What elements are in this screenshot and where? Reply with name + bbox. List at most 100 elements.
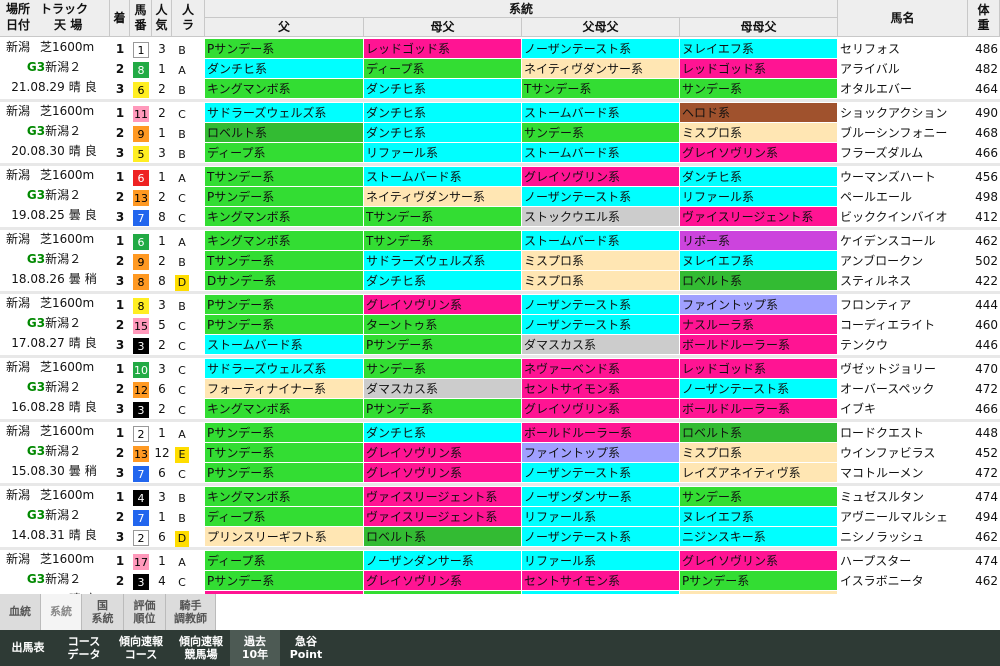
weight-cell: 462 [975,574,998,588]
mother-father-cell: ダンチヒ系 [364,123,521,142]
bottom-tab-4[interactable]: 傾向速報 競馬場 [172,630,230,666]
ra-badge: B [178,300,186,313]
umaban-badge: 12 [133,382,149,398]
rank-cell: 2 [115,446,125,460]
mother-father-cell: ダンチヒ系 [364,79,521,98]
race-track: 芝1600m [40,232,95,246]
race-track: 芝1600m [40,488,95,502]
tab-3[interactable]: 国系統 [82,594,124,630]
ra-badge: C [178,404,186,417]
ra-cell: A [172,59,192,79]
mother-mother-father-cell: リボー系 [680,231,837,250]
race-track: 芝1600m [40,40,95,54]
weight-cell: 464 [975,82,998,96]
weight-cell: 446 [975,338,998,352]
bottom-tab-2[interactable]: コース データ [56,630,112,666]
tab-label-line2: 系統 [91,612,114,625]
horse-name-cell: セリフォス [840,42,901,56]
ra-badge: C [178,468,186,481]
race-place: 新潟 [6,104,31,118]
race-date-weather: 16.08.28 晴良 [0,401,108,414]
mother-father-cell: サンデー系 [364,359,521,378]
father-cell: ディープ系 [205,507,363,526]
race-place-track: 新潟 芝1600m [0,425,108,438]
bottom-tab-line2: Point [289,648,323,661]
mother-father-cell: ストームバード系 [364,167,521,186]
race-date-weather: 20.08.30 晴良 [0,145,108,158]
race-place-track: 新潟 芝1600m [0,233,108,246]
ra-cell: C [172,187,192,207]
race-grade-name: G3新潟２ [0,61,108,74]
ninki-cell: 1 [158,62,166,76]
umaban-cell: 1 [130,39,152,59]
race-date: 21.08.29 [11,80,65,94]
group-separator [0,483,1000,486]
bottom-tab-5[interactable]: 過去 10年 [230,630,280,666]
race-date-weather: 17.08.27 晴良 [0,337,108,350]
rank-cell: 1 [115,42,125,56]
mother-mother-father-cell: ヴァイスリージェント系 [680,207,837,226]
horse-name-cell: ロードクエスト [840,426,925,440]
rank-cell: 2 [115,254,125,268]
ra-badge: E [175,447,189,463]
mother-mother-father-cell: ボールドルーラー系 [680,335,837,354]
mother-father-cell: グレイソヴリン系 [364,463,521,482]
mother-mother-father-cell: リファール系 [680,187,837,206]
weight-cell: 460 [975,318,998,332]
umaban-badge: 15 [133,318,149,334]
race-name: 新潟２ [45,572,82,586]
umaban-badge: 7 [133,466,149,482]
bottom-tab-1[interactable]: 出馬表 [0,630,56,666]
rank-cell: 1 [115,298,125,312]
race-place: 新潟 [6,360,31,374]
ra-cell: B [172,123,192,143]
mother-father-cell: ヴァイスリージェント系 [364,507,521,526]
race-date: 16.08.28 [11,400,65,414]
header-umaban: 馬番 [130,0,152,37]
tab-1[interactable]: 血統 [0,594,41,630]
race-track: 芝1600m [40,168,95,182]
race-condition: 良 [84,528,97,542]
race-info-cell: 新潟 芝1600m G3新潟２ 17.08.27 晴良 [0,295,108,355]
race-place: 新潟 [6,424,31,438]
umaban-cell: 6 [130,231,152,251]
ra-cell: D [172,527,192,547]
ninki-cell: 1 [158,554,166,568]
umaban-badge: 8 [133,274,149,290]
mother-mother-father-cell: ヘロド系 [680,103,837,122]
tab-2[interactable]: 系統 [41,594,82,630]
horse-name-cell: ウインファビラス [840,446,936,460]
horse-name-cell: アヴニールマルシェ [840,510,949,524]
race-place: 新潟 [6,552,31,566]
weight-cell: 494 [975,510,998,524]
rank-cell: 2 [115,126,125,140]
race-info-cell: 新潟 芝1600m G3新潟２ 16.08.28 晴良 [0,359,108,419]
father-mother-cell: ストームバード系 [522,103,679,122]
tab-label-line1: 騎手 [179,599,202,612]
ra-cell: C [172,379,192,399]
weight-cell: 474 [975,554,998,568]
father-cell: Pサンデー系 [205,463,363,482]
race-place-track: 新潟 芝1600m [0,489,108,502]
race-place-track: 新潟 芝1600m [0,169,108,182]
father-mother-cell: ミスプロ系 [522,251,679,270]
header-place: 場所 [6,2,31,16]
race-name: 新潟２ [45,444,82,458]
race-name: 新潟２ [45,252,82,266]
bottom-tab-6[interactable]: 急谷 Point [282,630,330,666]
umaban-cell: 3 [130,335,152,355]
race-info-cell: 新潟 芝1600m G3新潟２ 20.08.30 晴良 [0,103,108,163]
umaban-cell: 10 [130,359,152,379]
weight-cell: 468 [975,126,998,140]
group-separator [0,99,1000,102]
ra-cell: B [172,143,192,163]
father-cell: Pサンデー系 [205,571,363,590]
bottom-tab-3[interactable]: 傾向速報 コース [110,630,172,666]
rank-cell: 3 [115,82,125,96]
race-grade: G3 [26,508,46,522]
race-grade: G3 [26,316,46,330]
ra-cell: C [172,335,192,355]
horse-name-cell: ペールエール [840,190,913,204]
tab-5[interactable]: 騎手 調教師 [166,594,216,630]
tab-4[interactable]: 評価 順位 [124,594,166,630]
